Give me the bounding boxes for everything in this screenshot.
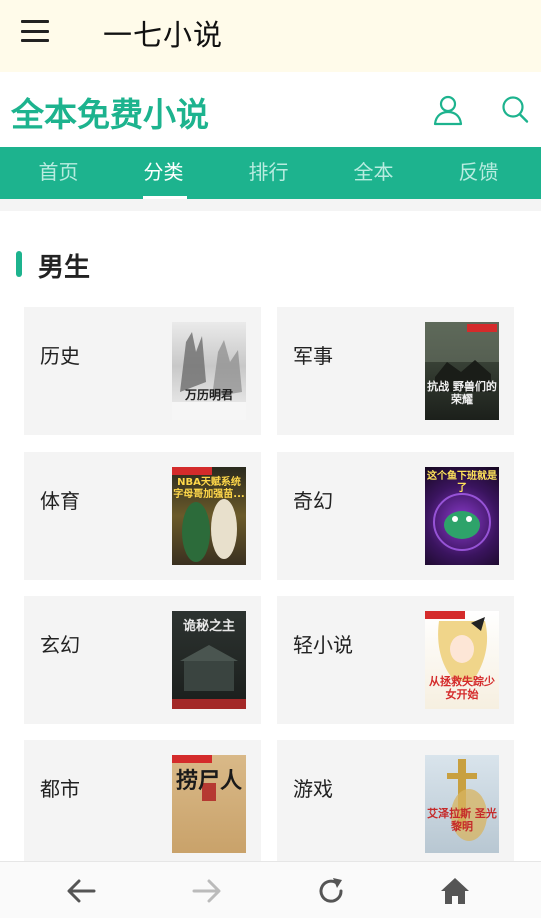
category-label: 玄幻 (40, 633, 80, 657)
book-cover: 诡秘之主 (172, 611, 246, 709)
category-card-xuanhuan[interactable]: 玄幻 诡秘之主 (24, 596, 261, 724)
cover-title: 这个鱼下班就是了 (427, 471, 497, 494)
nav-item-feedback[interactable]: 反馈 (426, 147, 531, 199)
book-cover: 捞尸人 (172, 755, 246, 853)
category-card-history[interactable]: 历史 万历明君 (24, 307, 261, 435)
section-title: 男生 (38, 253, 91, 283)
category-label: 奇幻 (293, 489, 333, 513)
category-card-game[interactable]: 游戏 艾泽拉斯 圣光黎明 (277, 740, 514, 868)
site-logo[interactable]: 全本免费小说 (11, 88, 209, 136)
category-card-light-novel[interactable]: 轻小说 从拯救失踪少女开始 (277, 596, 514, 724)
site-header: 全本免费小说 (0, 72, 541, 147)
category-card-fantasy[interactable]: 奇幻 这个鱼下班就是了 (277, 452, 514, 580)
book-cover: 从拯救失踪少女开始 (425, 611, 499, 709)
nav-item-category[interactable]: 分类 (111, 147, 216, 199)
category-card-military[interactable]: 军事 抗战 野兽们的荣耀 (277, 307, 514, 435)
book-cover: 这个鱼下班就是了 (425, 467, 499, 565)
search-icon[interactable] (500, 94, 530, 126)
browser-bottom-bar (0, 861, 541, 918)
category-label: 历史 (40, 344, 80, 368)
refresh-icon[interactable] (314, 876, 348, 906)
category-label: 军事 (293, 344, 333, 368)
nav-item-ranking[interactable]: 排行 (216, 147, 321, 199)
category-label: 游戏 (293, 777, 333, 801)
arrow-right-icon[interactable] (190, 876, 224, 906)
book-cover: NBA天赋系统 字母哥加强苗... (172, 467, 246, 565)
book-cover: 艾泽拉斯 圣光黎明 (425, 755, 499, 853)
nav-item-home[interactable]: 首页 (6, 147, 111, 199)
cover-title: 捞尸人 (175, 769, 242, 794)
nav-item-complete[interactable]: 全本 (321, 147, 426, 199)
home-icon[interactable] (438, 876, 472, 906)
book-cover: 抗战 野兽们的荣耀 (425, 322, 499, 420)
category-label: 体育 (40, 489, 80, 513)
cover-title: 艾泽拉斯 圣光黎明 (427, 807, 497, 833)
cover-title: 万历明君 (184, 388, 233, 402)
book-cover: 万历明君 (172, 322, 246, 420)
category-card-urban[interactable]: 都市 捞尸人 (24, 740, 261, 868)
category-content: 男生 历史 万历明君 军事 抗战 野兽们的荣耀 体育 NBA天赋系统 字母哥加强… (0, 211, 541, 868)
user-icon[interactable] (432, 94, 464, 126)
browser-title-bar: 一七小说 (0, 0, 541, 72)
page: 一七小说 全本免费小说 首页 分类 排行 全本 反馈 男生 历史 万历明君 军事… (0, 0, 541, 918)
cover-title: 诡秘之主 (182, 619, 235, 634)
category-card-sports[interactable]: 体育 NBA天赋系统 字母哥加强苗... (24, 452, 261, 580)
hamburger-icon[interactable] (21, 20, 49, 42)
section-accent-bar (16, 251, 22, 277)
main-nav: 首页 分类 排行 全本 反馈 (0, 147, 541, 199)
cover-title: 抗战 野兽们的荣耀 (427, 380, 497, 406)
arrow-left-icon[interactable] (64, 876, 98, 906)
cover-title: 从拯救失踪少女开始 (429, 675, 495, 701)
category-label: 都市 (40, 777, 80, 801)
cover-title: NBA天赋系统 字母哥加强苗... (173, 477, 245, 500)
category-label: 轻小说 (293, 633, 353, 657)
app-title: 一七小说 (103, 18, 224, 52)
